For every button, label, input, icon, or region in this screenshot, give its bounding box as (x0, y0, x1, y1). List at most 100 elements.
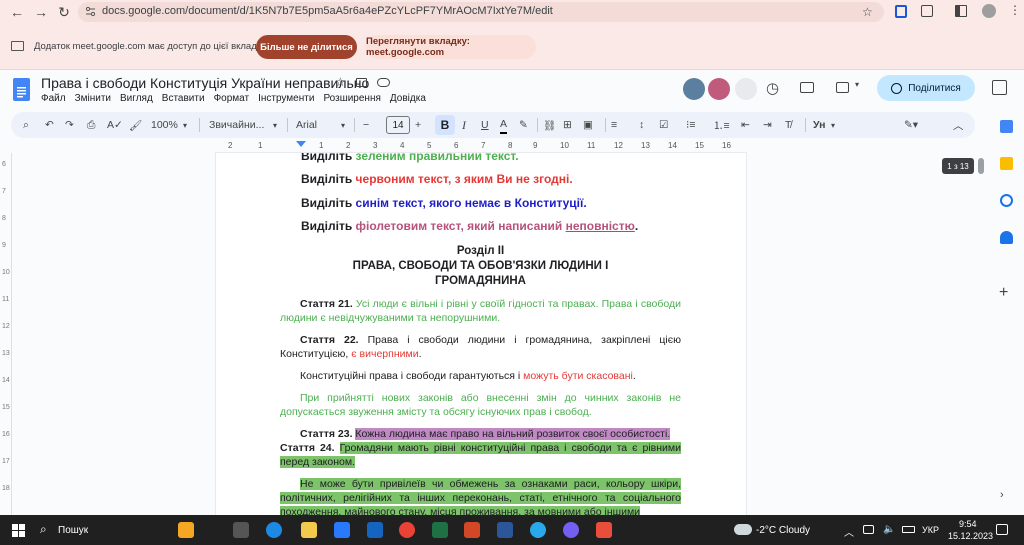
search-menu-icon[interactable]: ⌕ (23, 116, 29, 134)
collapse-menus-icon[interactable]: ︿ (953, 116, 964, 134)
italic-button[interactable]: I (462, 116, 466, 134)
clear-formatting-icon[interactable]: T̸ (785, 116, 791, 134)
paint-format-icon[interactable]: 🖌 (129, 116, 142, 134)
windows-start-icon[interactable] (12, 524, 25, 537)
address-bar[interactable]: docs.google.com/document/d/1K5N7b7E5pm5a… (78, 2, 884, 22)
powerpoint-icon[interactable] (464, 522, 480, 538)
battery-icon[interactable] (902, 526, 915, 533)
clock-date[interactable]: 15.12.2023 (948, 531, 993, 541)
notifications-icon[interactable] (996, 524, 1008, 535)
profile-avatar[interactable] (982, 4, 996, 18)
insert-image-icon[interactable]: ▣ (583, 116, 593, 134)
share-button[interactable]: Поділитися (877, 75, 975, 101)
keep-icon[interactable] (1000, 157, 1013, 170)
align-icon[interactable]: ≡ (611, 116, 617, 134)
font-size-input[interactable]: 14 (386, 116, 410, 134)
file-explorer-icon[interactable] (301, 522, 317, 538)
spellcheck-icon[interactable]: A✓ (107, 116, 123, 134)
decrease-indent-icon[interactable]: ⇤ (741, 116, 750, 134)
editing-mode-icon[interactable]: ✎▾ (904, 116, 918, 134)
document-page[interactable]: Виділіть зеленим правильний текст. Виділ… (216, 153, 746, 515)
side-panel-icon[interactable] (955, 5, 967, 17)
clock-time[interactable]: 9:54 (959, 519, 977, 529)
volume-icon[interactable]: 🔈 (883, 524, 895, 535)
get-add-ons-icon[interactable]: + (999, 284, 1008, 302)
indent-marker-icon[interactable] (296, 141, 306, 147)
extensions-puzzle-icon[interactable] (921, 5, 933, 17)
bulleted-list-icon[interactable]: ⁝≡ (686, 116, 695, 134)
highlight-color-icon[interactable]: ✎ (519, 116, 528, 134)
menu-edit[interactable]: Змінити (75, 93, 111, 104)
chrome-icon[interactable] (399, 522, 415, 538)
menu-extensions[interactable]: Розширення (323, 93, 380, 104)
bold-button[interactable]: B (435, 115, 455, 135)
cloud-saved-icon[interactable] (377, 78, 390, 87)
extension-icon[interactable] (895, 5, 907, 18)
collaborator-avatar[interactable] (735, 78, 757, 100)
menu-insert[interactable]: Вставити (162, 93, 205, 104)
docs-logo-icon[interactable] (13, 78, 30, 101)
zoom-select[interactable]: 100% (151, 116, 178, 134)
menu-format[interactable]: Формат (214, 93, 250, 104)
expand-panel-icon[interactable]: › (1000, 489, 1004, 501)
add-comment-icon[interactable]: ⊞ (563, 116, 572, 134)
store-icon[interactable] (334, 522, 350, 538)
text-color-button[interactable]: A (500, 116, 508, 134)
collaborator-avatar[interactable] (708, 78, 730, 100)
search-icon[interactable]: ⌕ (40, 522, 47, 537)
document-title[interactable]: Права і свободи Конституція України непр… (41, 75, 369, 91)
browser-menu-icon[interactable]: ⋮ (1009, 3, 1021, 17)
version-history-icon[interactable]: ◷ (766, 79, 779, 97)
collaborator-avatar[interactable] (683, 78, 705, 100)
forward-icon[interactable]: → (32, 3, 50, 21)
chevron-down-icon[interactable]: ▾ (855, 80, 859, 89)
stop-sharing-button[interactable]: Більше не ділитися (256, 35, 357, 59)
scrollbar-thumb[interactable] (978, 158, 984, 174)
viber-icon[interactable] (563, 522, 579, 538)
network-icon[interactable] (863, 525, 874, 534)
input-language[interactable]: УКР (922, 525, 939, 535)
cloud-weather-icon[interactable] (734, 524, 752, 535)
font-select[interactable]: Arial (296, 116, 317, 134)
redo-icon[interactable]: ↷ (65, 116, 74, 134)
calendar-icon[interactable] (1000, 120, 1013, 133)
meet-video-icon[interactable] (836, 82, 849, 93)
edge-icon[interactable] (266, 522, 282, 538)
menu-view[interactable]: Вигляд (120, 93, 153, 104)
tray-chevron-icon[interactable]: ︿ (844, 524, 854, 539)
bookmark-star-icon[interactable]: ☆ (862, 5, 873, 19)
print-icon[interactable]: ⎙ (87, 116, 95, 134)
contacts-icon[interactable] (1000, 231, 1013, 244)
menu-tools[interactable]: Інструменти (258, 93, 314, 104)
back-icon[interactable]: ← (8, 3, 26, 21)
tasks-icon[interactable] (1000, 194, 1013, 207)
style-select[interactable]: Звичайни... (209, 116, 264, 134)
undo-icon[interactable]: ↶ (45, 116, 54, 134)
star-icon[interactable]: ☆ (335, 75, 346, 89)
word-icon[interactable] (497, 522, 513, 538)
view-tab-button[interactable]: Переглянути вкладку: meet.google.com (366, 35, 536, 59)
reload-icon[interactable]: ↻ (55, 3, 73, 21)
decrease-font-size-icon[interactable]: − (363, 116, 369, 134)
excel-icon[interactable] (432, 522, 448, 538)
comments-icon[interactable] (800, 82, 814, 93)
add-on-icon[interactable] (992, 80, 1007, 95)
mail-icon[interactable] (367, 522, 383, 538)
site-info-icon[interactable] (85, 6, 96, 17)
underline-button[interactable]: U (481, 116, 489, 134)
increase-indent-icon[interactable]: ⇥ (763, 116, 772, 134)
checklist-icon[interactable]: ☑ (659, 116, 668, 134)
weather-text[interactable]: -2°C Cloudy (756, 525, 810, 536)
menu-help[interactable]: Довідка (390, 93, 426, 104)
input-tools-button[interactable]: Ун (813, 116, 825, 134)
numbered-list-icon[interactable]: ⒈≡ (713, 116, 730, 134)
move-folder-icon[interactable] (356, 78, 367, 87)
task-view-icon[interactable] (233, 522, 249, 538)
search-highlight-icon[interactable] (178, 522, 194, 538)
menu-file[interactable]: Файл (41, 93, 66, 104)
line-spacing-icon[interactable]: ↕ (639, 116, 644, 134)
telegram-icon[interactable] (530, 522, 546, 538)
taskbar-search[interactable]: Пошук (58, 525, 88, 536)
app-icon[interactable] (596, 522, 612, 538)
insert-link-icon[interactable]: ⛓ (543, 116, 556, 134)
